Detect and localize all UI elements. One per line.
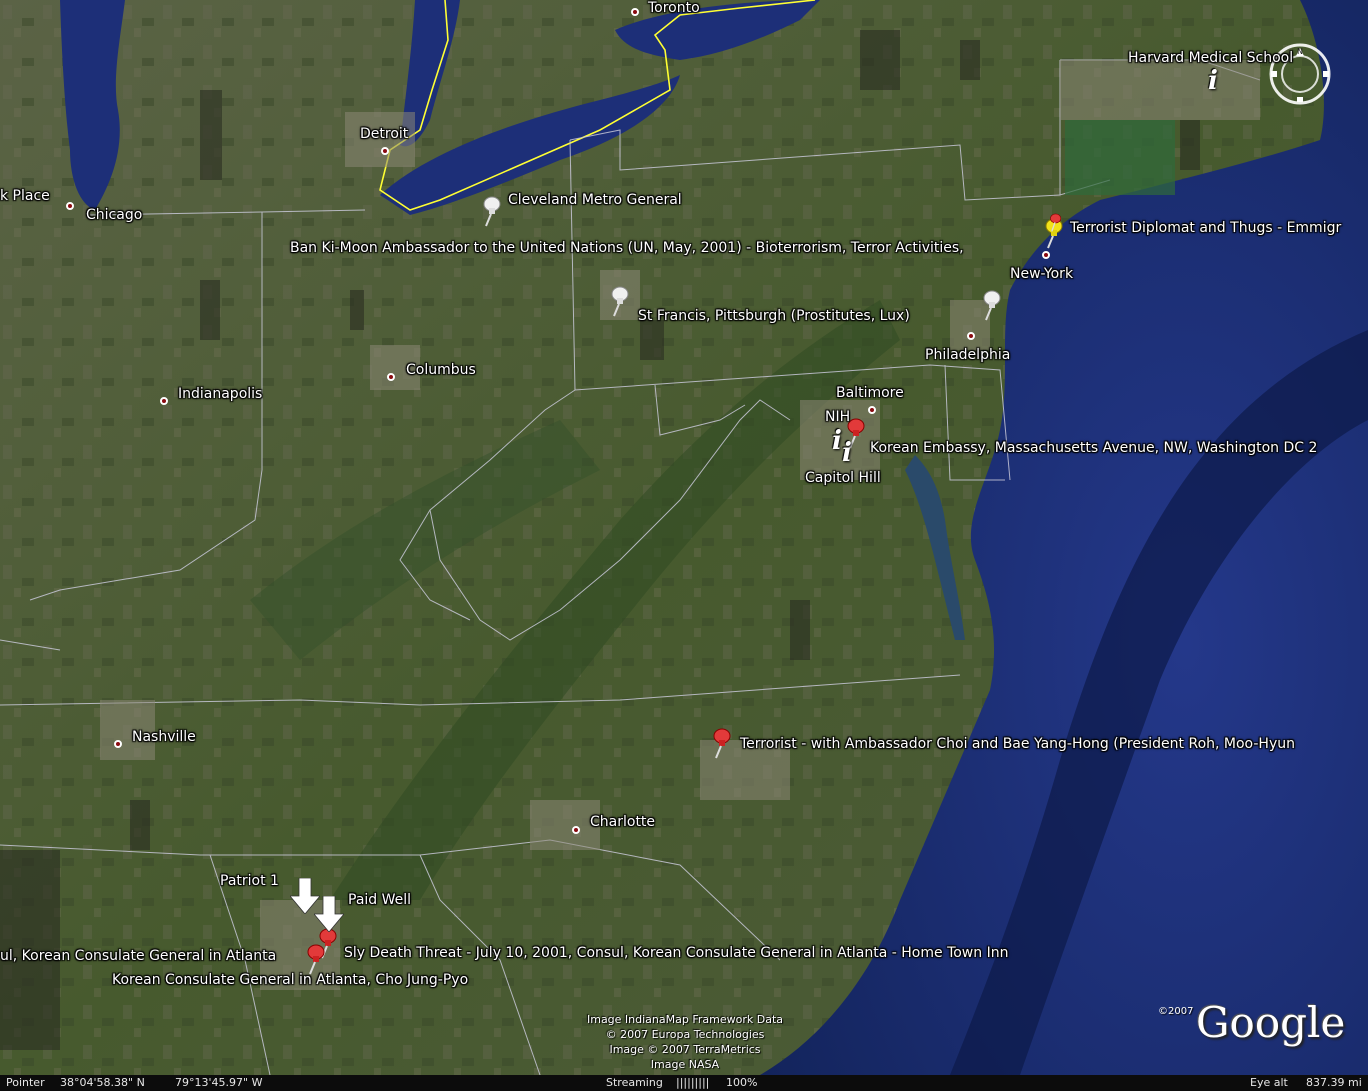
label-new-york[interactable]: New-York [1010,266,1073,282]
imagery-credits: Image IndianaMap Framework Data © 2007 E… [540,1012,830,1072]
label-patriot-1[interactable]: Patriot 1 [220,873,279,889]
label-indianapolis[interactable]: Indianapolis [178,386,262,402]
label-terrorist-diplomat[interactable]: Terrorist Diplomat and Thugs - Emmigr [1070,220,1341,236]
label-charlotte[interactable]: Charlotte [590,814,655,830]
nashville-dot[interactable] [114,740,122,748]
streaming-progress-bar: ||||||||| [676,1076,710,1089]
label-nashville[interactable]: Nashville [132,729,196,745]
philadelphia-dot[interactable] [967,332,975,340]
label-st-francis[interactable]: St Francis, Pittsburgh (Prostitutes, Lux… [638,308,910,324]
label-ban-ki-moon[interactable]: Ban Ki-Moon Ambassador to the United Nat… [290,240,964,256]
white-pushpin-icon[interactable] [478,194,504,228]
eye-alt-label: Eye alt [1250,1076,1288,1089]
label-terrorist-ambassador[interactable]: Terrorist - with Ambassador Choi and Bae… [740,736,1295,752]
label-chicago[interactable]: Chicago [86,207,142,223]
label-consul-atlanta[interactable]: ul, Korean Consulate General in Atlanta [0,948,276,964]
white-pushpin-icon[interactable] [978,288,1004,322]
streaming-percent: 100% [726,1076,758,1089]
info-icon[interactable]: i [842,440,852,466]
pointer-label: Pointer [6,1076,45,1089]
pointer-longitude: 79°13'45.97" W [175,1076,263,1089]
satellite-map[interactable] [0,0,1368,1091]
detroit-dot[interactable] [381,147,389,155]
status-bar: Pointer 38°04'58.38" N 79°13'45.97" W St… [0,1075,1368,1091]
pointer-latitude: 38°04'58.38" N [60,1076,145,1089]
label-philadelphia[interactable]: Philadelphia [925,347,1010,363]
credit-line: Image © 2007 TerraMetrics [609,1043,761,1056]
label-cleveland-metro-general[interactable]: Cleveland Metro General [508,192,682,208]
label-korean-consulate-cho[interactable]: Korean Consulate General in Atlanta, Cho… [112,972,468,988]
google-logo: Google [1196,998,1346,1047]
label-paid-well[interactable]: Paid Well [348,892,411,908]
new-york-dot[interactable] [1042,251,1050,259]
credit-line: © 2007 Europa Technologies [605,1028,765,1041]
baltimore-dot[interactable] [868,406,876,414]
credit-line: Image NASA [650,1058,720,1071]
label-harvard-medical-school[interactable]: Harvard Medical School [1128,50,1293,66]
label-sly-death-threat[interactable]: Sly Death Threat - July 10, 2001, Consul… [344,945,1008,961]
compass-north-label: N [1297,47,1303,56]
label-capitol-hill[interactable]: Capitol Hill [805,470,881,486]
columbus-dot[interactable] [387,373,395,381]
streaming-label: Streaming [606,1076,663,1089]
eye-alt-value: 837.39 mi [1306,1076,1362,1089]
credit-line: Image IndianaMap Framework Data [586,1013,784,1026]
indianapolis-dot[interactable] [160,397,168,405]
label-baltimore[interactable]: Baltimore [836,385,904,401]
info-icon[interactable]: i [832,428,842,454]
label-columbus[interactable]: Columbus [406,362,476,378]
label-park-place[interactable]: k Place [0,188,50,204]
charlotte-dot[interactable] [572,826,580,834]
white-pushpin-icon[interactable] [606,284,632,318]
label-detroit[interactable]: Detroit [360,126,408,142]
label-toronto[interactable]: Toronto [648,0,700,16]
red-pushpin-icon[interactable] [1046,212,1064,234]
red-pushpin-icon[interactable] [302,942,328,976]
label-nih[interactable]: NIH [825,409,850,425]
logo-copyright: ©2007 [1158,1006,1194,1017]
toronto-dot[interactable] [631,8,639,16]
info-icon[interactable]: i [1208,68,1218,94]
chicago-dot[interactable] [66,202,74,210]
red-pushpin-icon[interactable] [708,726,734,760]
label-korean-embassy[interactable]: Korean Embassy, Massachusetts Avenue, NW… [870,440,1317,456]
down-arrow-icon[interactable] [314,896,344,932]
